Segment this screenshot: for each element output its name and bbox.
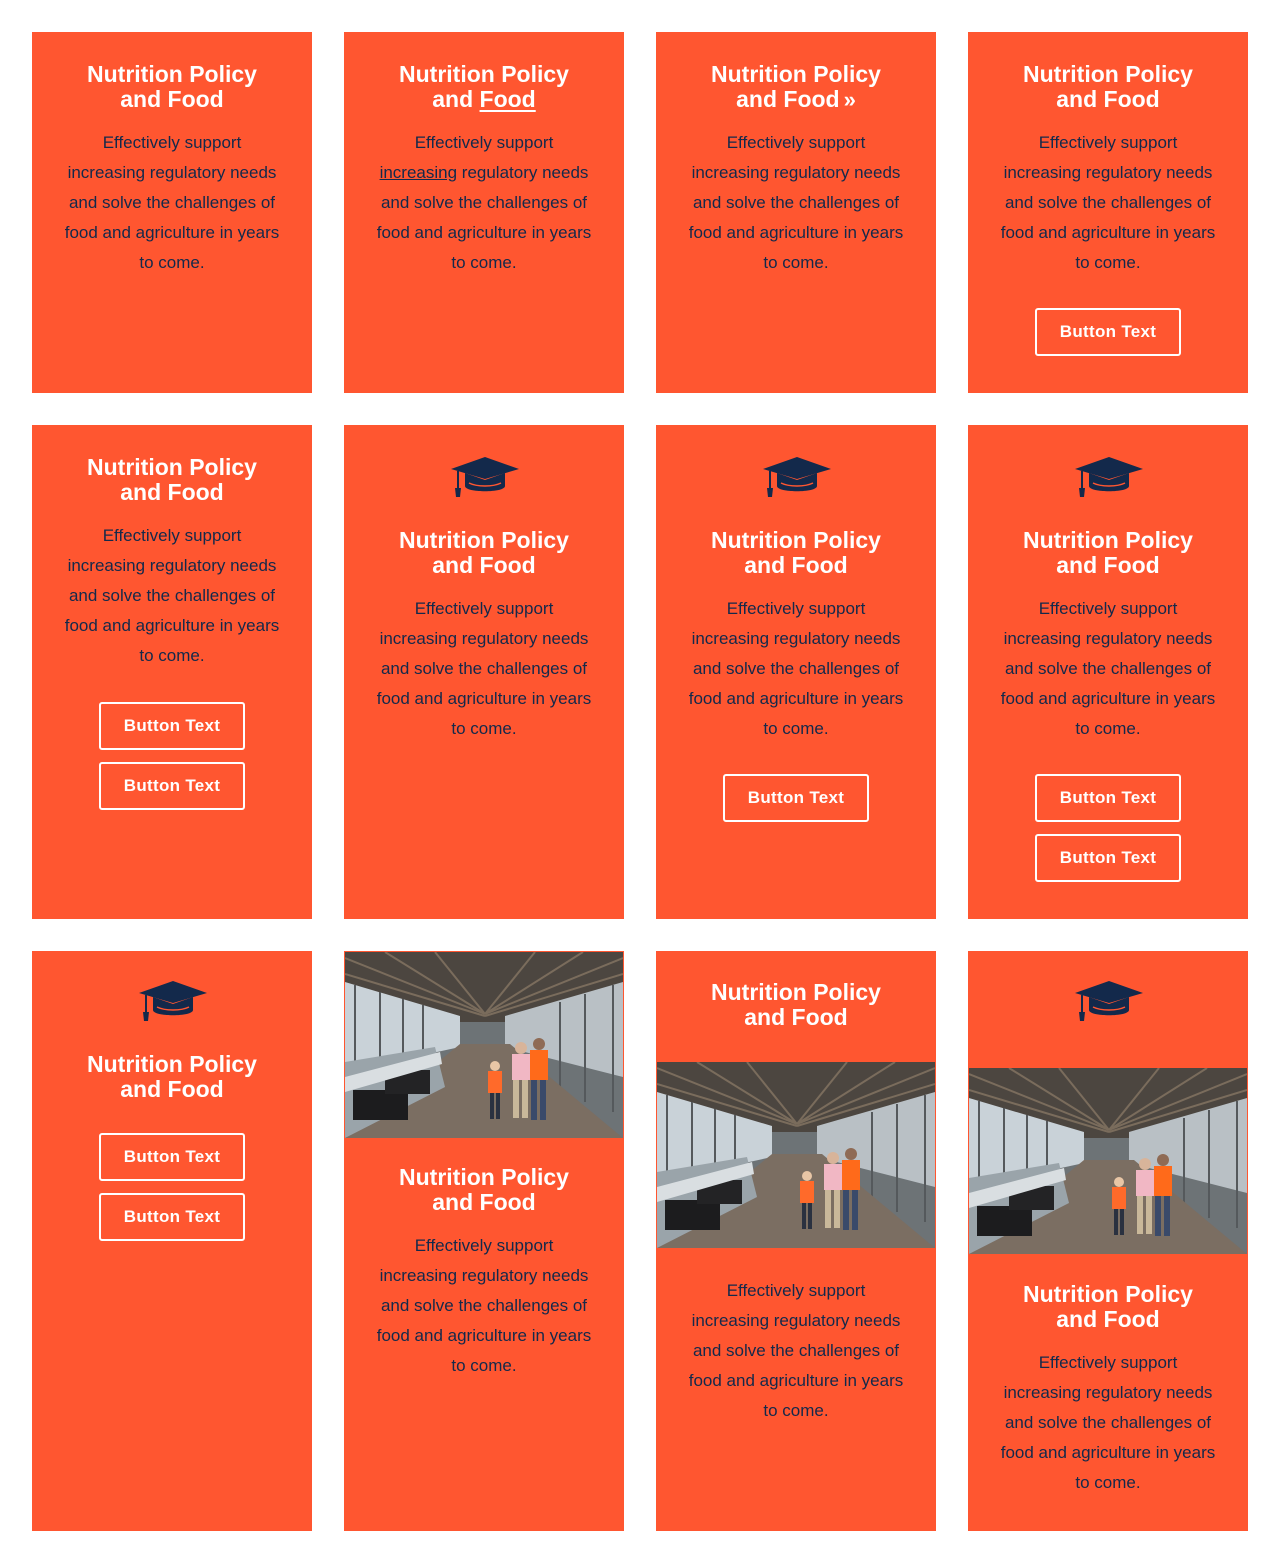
card-button[interactable]: Button Text <box>99 1193 245 1241</box>
card-button[interactable]: Button Text <box>723 774 869 822</box>
double-chevron-right-icon: » <box>843 87 856 112</box>
card: Nutrition Policy and Food Effectively sup… <box>968 951 1248 1531</box>
card: Nutrition Policy and Food Effectively sup… <box>344 425 624 919</box>
card-body: Effectively support increasing regulatory… <box>688 133 904 272</box>
card-photo <box>969 1068 1247 1254</box>
card-title: Nutrition Policy and Food <box>399 1164 569 1215</box>
card: Nutrition Policy and Food Effectively sup… <box>344 951 624 1531</box>
card-body: Effectively support increasing regulatory… <box>64 526 280 665</box>
card-photo <box>657 1062 935 1248</box>
card-button[interactable]: Button Text <box>99 702 245 750</box>
card-button[interactable]: Button Text <box>1035 308 1181 356</box>
card: Nutrition Policy and Food Effectively sup… <box>32 425 312 919</box>
card-body: Effectively support increasing regulator… <box>376 133 592 272</box>
card-body: Effectively support increasing regulatory… <box>1000 133 1216 272</box>
card-title: Nutrition Policy and Food <box>87 454 257 505</box>
card: Nutrition Policy and Food Effectively sup… <box>656 425 936 919</box>
card: Nutrition Policy and Food Effectively sup… <box>32 32 312 393</box>
card-title: Nutrition Policy and Food <box>711 527 881 578</box>
graduation-cap-icon <box>1075 979 1143 1023</box>
card-body: Effectively support increasing regulatory… <box>688 599 904 738</box>
card-body: Effectively support increasing regulatory… <box>688 1281 904 1420</box>
graduation-cap-icon <box>139 979 207 1023</box>
card-title: Nutrition Policy and Food <box>399 61 569 112</box>
card-title: Nutrition Policy and Food <box>87 61 257 112</box>
card-title: Nutrition Policy and Food <box>87 1051 257 1102</box>
title-link[interactable]: Food <box>480 86 536 112</box>
card-button[interactable]: Button Text <box>1035 834 1181 882</box>
card-body: Effectively support increasing regulatory… <box>1000 1353 1216 1492</box>
card-title: Nutrition Policy and Food <box>1023 61 1193 112</box>
card-button[interactable]: Button Text <box>99 1133 245 1181</box>
card: Nutrition Policy and Food Effectively sup… <box>968 425 1248 919</box>
card-title: Nutrition Policy and Food <box>1023 1281 1193 1332</box>
card-title: Nutrition Policy and Food <box>1023 527 1193 578</box>
card-title: Nutrition Policy and Food <box>711 979 881 1030</box>
graduation-cap-icon <box>451 455 519 499</box>
card-button[interactable]: Button Text <box>1035 774 1181 822</box>
card: Nutrition Policy and Food Effectively sup… <box>968 32 1248 393</box>
card: Nutrition Policy and Food» Effectively s… <box>656 32 936 393</box>
card-title[interactable]: Nutrition Policy and Food» <box>656 62 936 113</box>
card-button[interactable]: Button Text <box>99 762 245 810</box>
card-title: Nutrition Policy and Food <box>399 527 569 578</box>
card: Nutrition Policy and Food Effectively su… <box>344 32 624 393</box>
card-body: Effectively support increasing regulatory… <box>1000 599 1216 738</box>
card-photo <box>345 952 623 1138</box>
card-body: Effectively support increasing regulatory… <box>376 599 592 738</box>
graduation-cap-icon <box>1075 455 1143 499</box>
body-link[interactable]: increasing <box>380 163 458 182</box>
card: Nutrition Policy and Food Button Text But… <box>32 951 312 1531</box>
card-body: Effectively support increasing regulatory… <box>376 1236 592 1375</box>
graduation-cap-icon <box>763 455 831 499</box>
card-body: Effectively support increasing regulatory… <box>64 133 280 272</box>
card: Nutrition Policy and Food Effectively sup… <box>656 951 936 1531</box>
